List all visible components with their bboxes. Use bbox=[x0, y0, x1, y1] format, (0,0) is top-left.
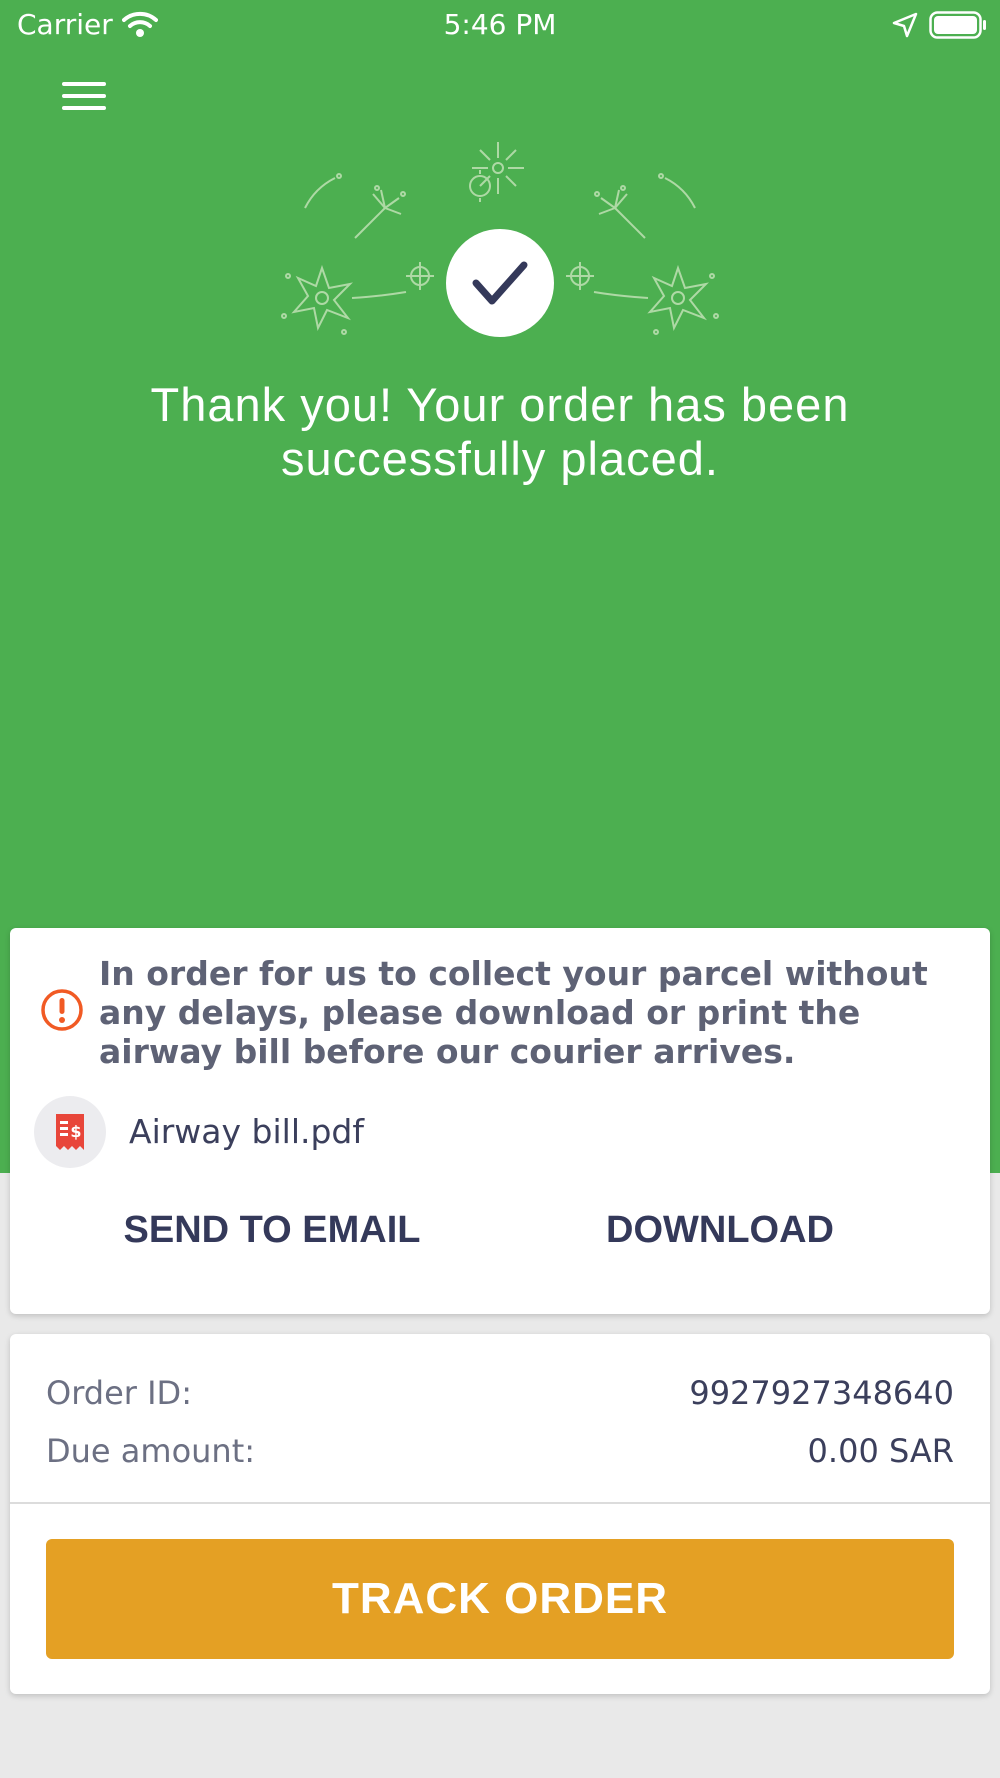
due-amount-label: Due amount: bbox=[46, 1432, 256, 1470]
checkmark-icon bbox=[472, 261, 528, 305]
order-id-label: Order ID: bbox=[46, 1374, 192, 1412]
due-amount-row: Due amount: 0.00 SAR bbox=[46, 1432, 954, 1478]
order-summary-card: Order ID: 9927927348640 Due amount: 0.00… bbox=[10, 1334, 990, 1694]
location-arrow-icon bbox=[892, 12, 918, 38]
order-id-row: Order ID: 9927927348640 bbox=[46, 1374, 954, 1420]
order-id-value: 9927927348640 bbox=[689, 1374, 954, 1412]
airway-bill-card: In order for us to collect your parcel w… bbox=[10, 928, 990, 1314]
due-amount-value: 0.00 SAR bbox=[807, 1432, 954, 1470]
divider bbox=[10, 1502, 990, 1504]
hamburger-menu-icon[interactable] bbox=[56, 78, 112, 118]
file-icon-badge: $ bbox=[34, 1096, 106, 1168]
svg-text:$: $ bbox=[70, 1122, 81, 1141]
airway-bill-notice: In order for us to collect your parcel w… bbox=[99, 954, 928, 1071]
exclamation-circle-icon bbox=[41, 989, 83, 1031]
receipt-dollar-icon: $ bbox=[56, 1114, 84, 1150]
success-badge bbox=[446, 229, 554, 337]
track-order-button[interactable]: TRACK ORDER bbox=[46, 1539, 954, 1659]
status-bar: Carrier 5:46 PM bbox=[0, 0, 1000, 50]
download-button[interactable]: DOWNLOAD bbox=[570, 1200, 870, 1260]
battery-icon bbox=[929, 11, 986, 39]
file-name[interactable]: Airway bill.pdf bbox=[129, 1112, 364, 1151]
send-to-email-button[interactable]: SEND TO EMAIL bbox=[92, 1200, 452, 1260]
success-message: Thank you! Your order has been successfu… bbox=[150, 378, 850, 485]
status-time: 5:46 PM bbox=[443, 8, 557, 41]
